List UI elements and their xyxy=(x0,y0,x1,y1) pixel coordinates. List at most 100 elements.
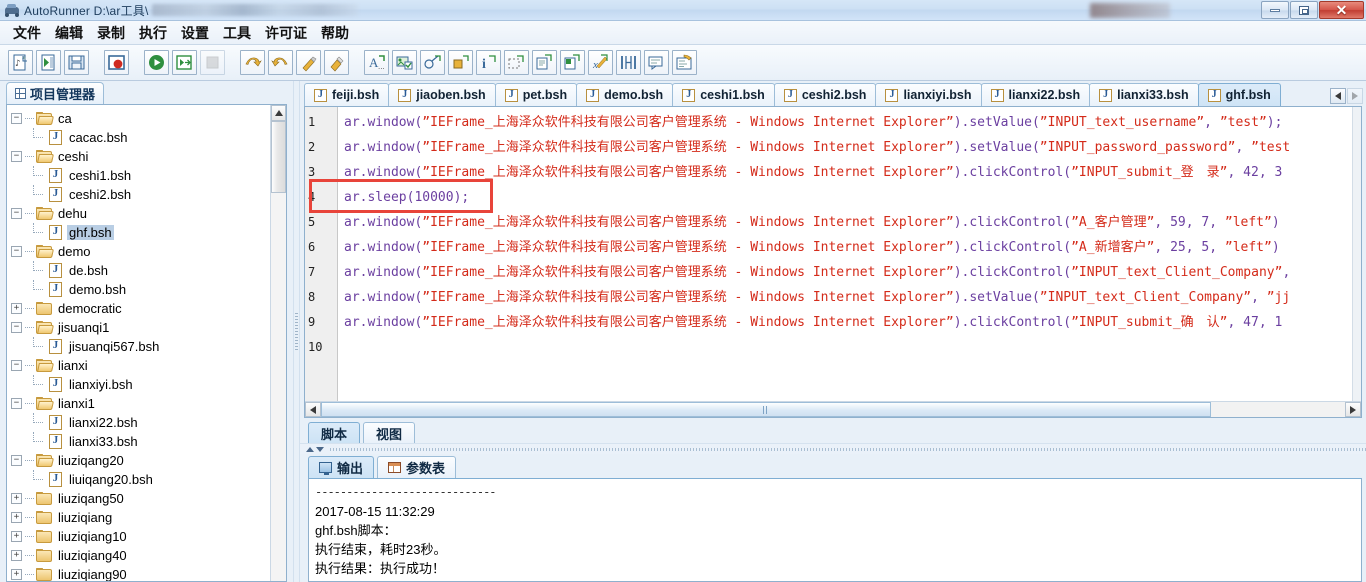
menu-settings[interactable]: 设置 xyxy=(174,21,216,45)
tree-folder[interactable]: − lianxi1 xyxy=(11,394,270,413)
close-button[interactable]: ✕ xyxy=(1319,1,1364,19)
tree-folder[interactable]: − dehu xyxy=(11,204,270,223)
insert-export-icon[interactable] xyxy=(560,50,585,75)
code-text-area[interactable]: ar.window(”IEFrame_上海泽众软件科技有限公司客户管理系统 - … xyxy=(338,107,1352,401)
insert-click-icon[interactable] xyxy=(448,50,473,75)
code-line[interactable]: ar.sleep(10000); xyxy=(344,185,1352,210)
menu-license[interactable]: 许可证 xyxy=(258,21,314,45)
insert-region-icon[interactable] xyxy=(504,50,529,75)
code-line[interactable]: ar.window(”IEFrame_上海泽众软件科技有限公司客户管理系统 - … xyxy=(344,310,1352,335)
tree-file[interactable]: ceshi1.bsh xyxy=(11,165,270,185)
tree-expander-icon[interactable]: + xyxy=(11,511,22,523)
comment-icon[interactable] xyxy=(644,50,669,75)
tree-folder[interactable]: + liuziqiang90 xyxy=(11,565,270,581)
code-line[interactable]: ar.window(”IEFrame_上海泽众软件科技有限公司客户管理系统 - … xyxy=(344,285,1352,310)
output-tab[interactable]: 输出 xyxy=(308,456,375,478)
editor-mode-tab[interactable]: 视图 xyxy=(363,422,416,443)
project-tree[interactable]: − ca cacac.bsh − ceshi ceshi1.bsh ceshi2.bsh − d… xyxy=(7,105,270,581)
run-step-icon[interactable] xyxy=(172,50,197,75)
tree-expander-icon[interactable]: − xyxy=(11,454,22,466)
collapse-up-icon[interactable] xyxy=(306,446,314,452)
insert-text-check-icon[interactable]: A... xyxy=(364,50,389,75)
tree-folder[interactable]: + liuziqang50 xyxy=(11,489,270,508)
tree-expander-icon[interactable]: − xyxy=(11,321,22,333)
open-script-icon[interactable] xyxy=(36,50,61,75)
editor-tab[interactable]: feiji.bsh xyxy=(304,83,390,106)
tree-folder[interactable]: + liuziqiang10 xyxy=(11,527,270,546)
scroll-track[interactable] xyxy=(271,192,286,581)
tree-file[interactable]: lianxi33.bsh xyxy=(11,431,270,451)
hscroll-track[interactable] xyxy=(1211,402,1345,417)
tree-folder[interactable]: − ca xyxy=(11,109,270,128)
insert-sync-icon[interactable] xyxy=(324,50,349,75)
editor-tab[interactable]: lianxi22.bsh xyxy=(980,83,1091,106)
editor-mode-tab[interactable]: 脚本 xyxy=(308,422,361,443)
tree-expander-icon[interactable]: − xyxy=(11,359,22,371)
menu-run[interactable]: 执行 xyxy=(132,21,174,45)
tree-folder[interactable]: + democratic xyxy=(11,299,270,318)
project-tree-vscrollbar[interactable] xyxy=(270,104,286,581)
maximize-button[interactable] xyxy=(1290,1,1318,19)
tree-file[interactable]: demo.bsh xyxy=(11,279,270,299)
editor-tab[interactable]: jiaoben.bsh xyxy=(388,83,496,106)
tree-expander-icon[interactable]: − xyxy=(11,207,22,219)
insert-clear-icon[interactable]: x xyxy=(588,50,613,75)
tree-expander-icon[interactable]: + xyxy=(11,302,22,314)
insert-image-check-icon[interactable] xyxy=(392,50,417,75)
menu-tools[interactable]: 工具 xyxy=(216,21,258,45)
menu-file[interactable]: 文件 xyxy=(6,21,48,45)
tree-file[interactable]: liuiqang20.bsh xyxy=(11,469,270,489)
compare-icon[interactable] xyxy=(616,50,641,75)
code-line[interactable]: ar.window(”IEFrame_上海泽众软件科技有限公司客户管理系统 - … xyxy=(344,110,1352,135)
editor-tab[interactable]: ceshi1.bsh xyxy=(672,83,775,106)
tree-folder[interactable]: + liuziqiang40 xyxy=(11,546,270,565)
code-line[interactable]: ar.window(”IEFrame_上海泽众软件科技有限公司客户管理系统 - … xyxy=(344,160,1352,185)
code-line[interactable]: ar.window(”IEFrame_上海泽众软件科技有限公司客户管理系统 - … xyxy=(344,235,1352,260)
tree-expander-icon[interactable]: + xyxy=(11,492,22,504)
tree-file[interactable]: ghf.bsh xyxy=(11,222,270,242)
panel-splitter[interactable] xyxy=(293,81,300,582)
panel-divider[interactable] xyxy=(300,443,1366,454)
code-line[interactable]: ar.window(”IEFrame_上海泽众软件科技有限公司客户管理系统 - … xyxy=(344,135,1352,160)
insert-doc-icon[interactable] xyxy=(532,50,557,75)
tree-expander-icon[interactable]: − xyxy=(11,397,22,409)
hscroll-left-button[interactable] xyxy=(305,402,321,417)
tree-folder[interactable]: − ceshi xyxy=(11,147,270,166)
editor-tab[interactable]: demo.bsh xyxy=(576,83,674,106)
save-icon[interactable] xyxy=(64,50,89,75)
record-icon[interactable] xyxy=(104,50,129,75)
undo-icon[interactable] xyxy=(240,50,265,75)
collapse-down-icon[interactable] xyxy=(316,446,324,452)
menu-help[interactable]: 帮助 xyxy=(314,21,356,45)
tree-file[interactable]: de.bsh xyxy=(11,260,270,280)
code-line[interactable] xyxy=(344,335,1352,360)
code-line[interactable]: ar.window(”IEFrame_上海泽众软件科技有限公司客户管理系统 - … xyxy=(344,260,1352,285)
code-line[interactable]: ar.window(”IEFrame_上海泽众软件科技有限公司客户管理系统 - … xyxy=(344,210,1352,235)
insert-point-icon[interactable] xyxy=(296,50,321,75)
tree-folder[interactable]: − lianxi xyxy=(11,356,270,375)
hscroll-right-button[interactable] xyxy=(1345,402,1361,417)
editor-tab[interactable]: lianxiyi.bsh xyxy=(875,83,982,106)
tree-file[interactable]: lianxi22.bsh xyxy=(11,412,270,432)
code-hscrollbar[interactable] xyxy=(305,401,1361,417)
tree-file[interactable]: jisuanqi567.bsh xyxy=(11,336,270,356)
tree-expander-icon[interactable]: − xyxy=(11,150,22,162)
insert-object-icon[interactable] xyxy=(420,50,445,75)
tab-scroll-right-button[interactable] xyxy=(1347,88,1363,104)
tree-folder[interactable]: − jisuanqi1 xyxy=(11,318,270,337)
tree-expander-icon[interactable]: − xyxy=(11,245,22,257)
editor-tab[interactable]: lianxi33.bsh xyxy=(1089,83,1199,106)
output-tab[interactable]: 参数表 xyxy=(377,456,457,478)
editor-tab[interactable]: pet.bsh xyxy=(494,83,578,106)
tree-expander-icon[interactable]: + xyxy=(11,568,22,580)
hscroll-thumb[interactable] xyxy=(321,402,1211,417)
tree-folder[interactable]: + liuziqiang xyxy=(11,508,270,527)
tree-file[interactable]: cacac.bsh xyxy=(11,127,270,147)
code-editor[interactable]: 1 2 3 4 5 6 7 8 9 10 ar.window(”IEFrame_上海泽众软件科技有… xyxy=(304,106,1362,418)
tree-folder[interactable]: − demo xyxy=(11,242,270,261)
redo-icon[interactable] xyxy=(268,50,293,75)
minimize-button[interactable] xyxy=(1261,1,1289,19)
tree-expander-icon[interactable]: + xyxy=(11,549,22,561)
tab-project-manager[interactable]: 项目管理器 xyxy=(6,81,105,104)
menu-edit[interactable]: 编辑 xyxy=(48,21,90,45)
